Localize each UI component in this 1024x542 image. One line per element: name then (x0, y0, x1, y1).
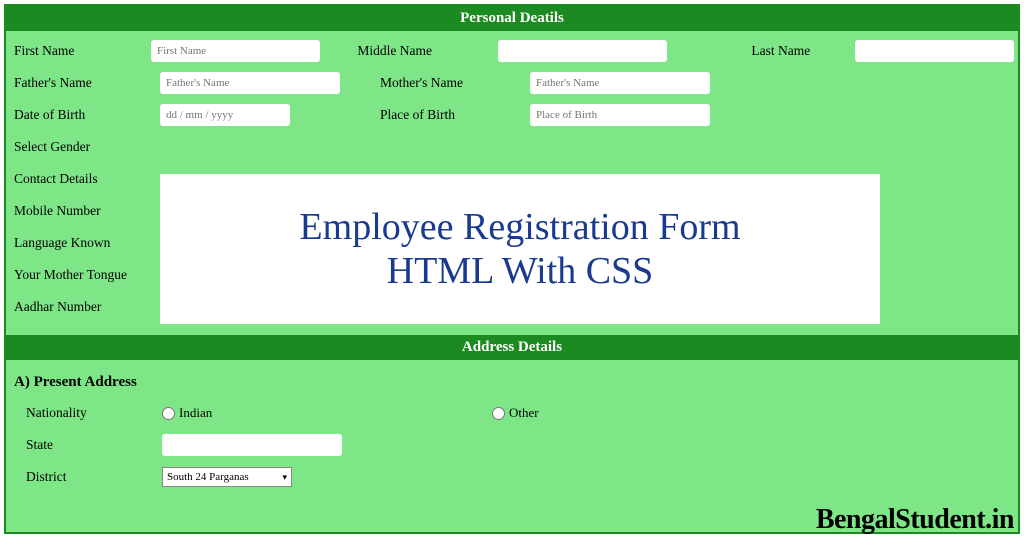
fathers-name-label: Father's Name (10, 75, 160, 91)
mothers-name-input[interactable] (530, 72, 710, 94)
present-address-title: A) Present Address (10, 368, 1014, 401)
first-name-label: First Name (10, 43, 151, 59)
middle-name-label: Middle Name (357, 43, 498, 59)
overlay-line-2: HTML With CSS (387, 249, 654, 293)
dob-label: Date of Birth (10, 107, 160, 123)
last-name-input[interactable] (855, 40, 1014, 62)
aadhar-number-label: Aadhar Number (10, 299, 160, 315)
nationality-indian-label: Indian (179, 405, 212, 421)
last-name-label: Last Name (751, 43, 854, 59)
personal-details-header: Personal Deatils (6, 6, 1018, 31)
state-label: State (22, 437, 162, 453)
fathers-name-input[interactable] (160, 72, 340, 94)
first-name-input[interactable] (151, 40, 320, 62)
select-gender-label: Select Gender (10, 139, 160, 155)
address-details-header: Address Details (6, 335, 1018, 360)
nationality-indian-radio[interactable] (162, 407, 175, 420)
mobile-number-label: Mobile Number (10, 203, 160, 219)
nationality-other-label: Other (509, 405, 539, 421)
language-known-label: Language Known (10, 235, 160, 251)
place-of-birth-input[interactable] (530, 104, 710, 126)
chevron-down-icon: ▾ (282, 472, 287, 483)
place-of-birth-label: Place of Birth (380, 107, 530, 123)
nationality-other-radio[interactable] (492, 407, 505, 420)
contact-details-label: Contact Details (10, 171, 160, 187)
mothers-name-label: Mother's Name (380, 75, 530, 91)
dob-input[interactable] (160, 104, 290, 126)
district-select[interactable]: South 24 Parganas ▾ (162, 467, 292, 487)
watermark-text: BengalStudent.in (816, 504, 1014, 536)
mother-tongue-label: Your Mother Tongue (10, 267, 180, 283)
middle-name-input[interactable] (498, 40, 667, 62)
overlay-banner: Employee Registration Form HTML With CSS (160, 174, 880, 324)
district-label: District (22, 469, 162, 485)
nationality-label: Nationality (22, 405, 162, 421)
state-input[interactable] (162, 434, 342, 456)
district-select-value: South 24 Parganas (167, 471, 249, 483)
overlay-line-1: Employee Registration Form (299, 205, 740, 249)
